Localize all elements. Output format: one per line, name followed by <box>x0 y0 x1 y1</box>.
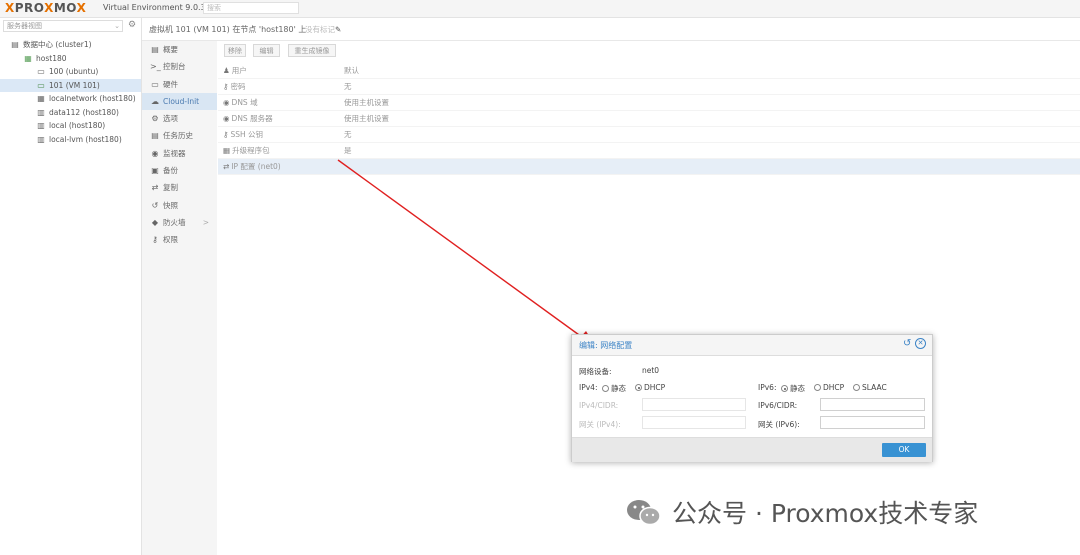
ipv4-cidr-label: IPv4/CIDR: <box>579 401 619 410</box>
radio-checked-icon <box>635 384 642 391</box>
ipv6-gateway-label: 网关 (IPv6): <box>758 420 800 429</box>
dialog-title: 编辑: 网络配置 <box>579 341 633 350</box>
radio-icon <box>602 385 609 392</box>
dialog-title-bar: 编辑: 网络配置 ↺ ✕ <box>572 335 932 356</box>
ipv4-label: IPv4: <box>579 383 598 392</box>
wechat-icon <box>627 500 661 526</box>
ipv4-dhcp-radio[interactable]: DHCP <box>635 383 665 392</box>
ipv4-cidr-input[interactable] <box>642 398 746 411</box>
ipv6-cidr-label: IPv6/CIDR: <box>758 401 798 410</box>
dialog-footer: OK <box>572 437 932 462</box>
radio-icon <box>853 384 860 391</box>
ipv6-gateway-input[interactable] <box>820 416 925 429</box>
watermark-text: 公众号 · Proxmox技术专家 <box>672 499 979 528</box>
radio-icon <box>814 384 821 391</box>
ipv4-gateway-label: 网关 (IPv4): <box>579 420 621 429</box>
network-device-value: net0 <box>642 366 660 375</box>
network-config-dialog: 编辑: 网络配置 ↺ ✕ 网络设备: net0 IPv4: 静态 DHCP IP… <box>571 334 933 462</box>
ipv6-static-radio[interactable]: 静态 <box>781 383 805 394</box>
ok-button[interactable]: OK <box>882 443 926 457</box>
ipv6-label: IPv6: <box>758 383 777 392</box>
ipv4-gateway-input[interactable] <box>642 416 746 429</box>
close-icon[interactable]: ✕ <box>915 338 926 349</box>
ipv6-cidr-input[interactable] <box>820 398 925 411</box>
ipv6-slaac-radio[interactable]: SLAAC <box>853 383 887 392</box>
ipv4-static-radio[interactable]: 静态 <box>602 383 626 394</box>
ipv6-dhcp-radio[interactable]: DHCP <box>814 383 844 392</box>
radio-checked-icon <box>781 385 788 392</box>
reset-icon[interactable]: ↺ <box>903 338 911 349</box>
network-device-label: 网络设备: <box>579 367 612 376</box>
annotation-arrow <box>337 159 596 347</box>
